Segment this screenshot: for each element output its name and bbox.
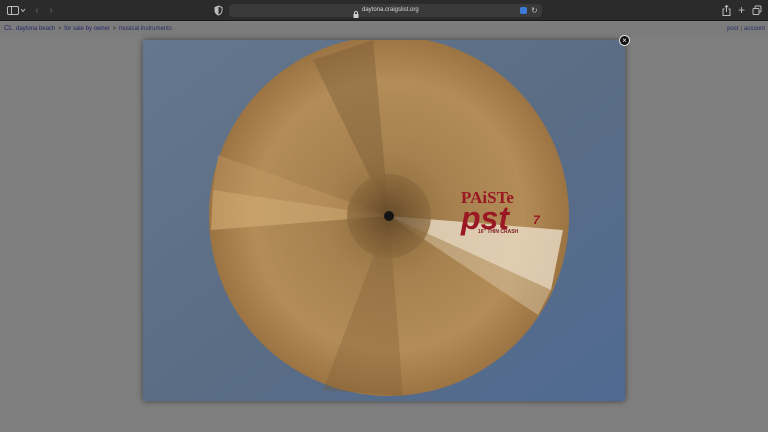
cymbal-size-label: 16" THIN CRASH bbox=[478, 229, 519, 235]
breadcrumb-separator: > bbox=[112, 26, 117, 32]
breadcrumb-separator: > bbox=[58, 26, 62, 32]
shield-icon[interactable] bbox=[214, 4, 223, 17]
chevron-down-icon[interactable] bbox=[20, 4, 26, 17]
address-bar[interactable]: daytona.craigslist.org ↻ bbox=[229, 4, 542, 18]
breadcrumb: daytona beach > for sale by owner > musi… bbox=[16, 24, 172, 34]
forward-arrow-icon[interactable]: › bbox=[47, 4, 55, 17]
breadcrumb-item-category[interactable]: musical instruments bbox=[119, 26, 172, 32]
link-divider: | bbox=[740, 26, 742, 32]
craigslist-logo[interactable]: CL bbox=[4, 24, 13, 34]
account-link[interactable]: account bbox=[744, 26, 765, 32]
back-arrow-icon[interactable]: ‹ bbox=[33, 4, 41, 17]
account-links: post | account bbox=[727, 24, 765, 34]
sidebar-icon[interactable] bbox=[7, 4, 19, 17]
share-icon[interactable] bbox=[722, 4, 731, 17]
post-link[interactable]: post bbox=[727, 26, 738, 32]
reload-icon[interactable]: ↻ bbox=[531, 5, 538, 16]
extension-icon[interactable] bbox=[520, 7, 527, 14]
close-icon[interactable]: × bbox=[619, 35, 630, 46]
breadcrumb-bar: CL daytona beach > for sale by owner > m… bbox=[0, 22, 768, 36]
breadcrumb-item-area[interactable]: daytona beach bbox=[16, 26, 55, 32]
lock-icon bbox=[352, 6, 360, 18]
url-text: daytona.craigslist.org bbox=[362, 7, 419, 13]
breadcrumb-item-section[interactable]: for sale by owner bbox=[64, 26, 110, 32]
browser-toolbar: ‹ › daytona.craigslist.org ↻ + bbox=[0, 0, 768, 21]
tabs-icon[interactable] bbox=[752, 4, 762, 17]
listing-photo[interactable]: PAiSTe pst 7 16" THIN CRASH bbox=[143, 40, 625, 401]
plus-icon[interactable]: + bbox=[737, 4, 746, 17]
